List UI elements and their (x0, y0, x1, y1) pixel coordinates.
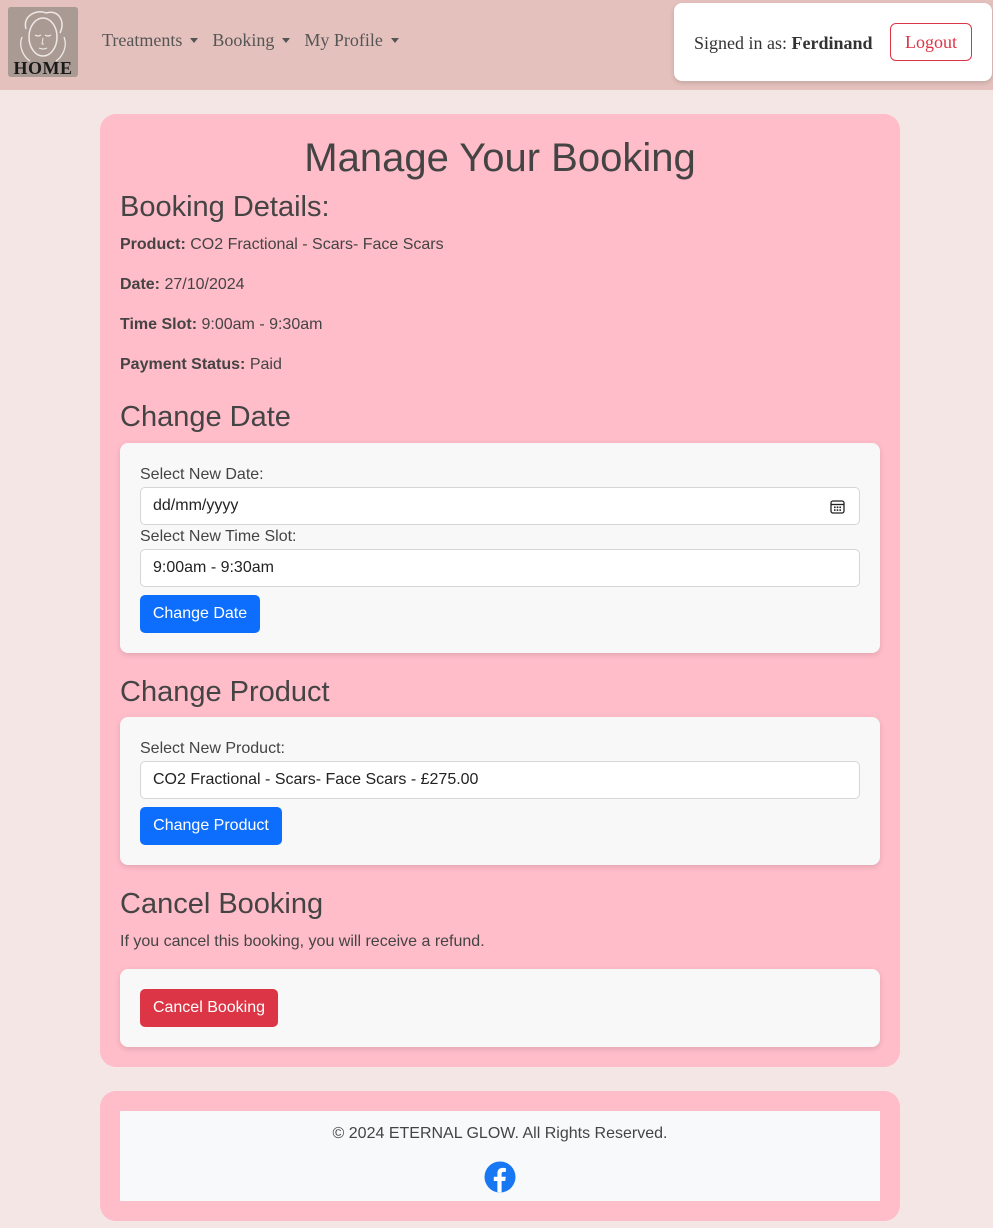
detail-time-slot-value: 9:00am - 9:30am (201, 316, 323, 333)
nav-menu: Treatments Booking My Profile (102, 30, 399, 51)
nav-treatments-label: Treatments (102, 30, 183, 50)
detail-product-label: Product: (120, 236, 186, 253)
detail-date: Date: 27/10/2024 (120, 275, 245, 295)
new-date-placeholder: dd/mm/yyyy (153, 497, 239, 514)
footer: © 2024 ETERNAL GLOW. All Rights Reserved… (100, 1091, 900, 1221)
new-product-label: Select New Product: (140, 740, 285, 757)
new-date-input[interactable]: dd/mm/yyyy (140, 487, 860, 525)
calendar-icon[interactable] (830, 499, 845, 514)
detail-payment-status-value: Paid (249, 356, 282, 373)
cancel-booking-button[interactable]: Cancel Booking (140, 989, 278, 1027)
change-date-panel: Select New Date: dd/mm/yyyy Select New T… (120, 443, 880, 653)
signed-in-prefix: Signed in as: (694, 33, 787, 53)
caret-down-icon (282, 38, 291, 43)
detail-product-value: CO2 Fractional - Scars- Face Scars (190, 236, 444, 253)
new-time-slot-select[interactable]: 9:00am - 9:30am (140, 549, 860, 587)
nav-my-profile-dropdown[interactable]: My Profile (304, 30, 399, 51)
nav-my-profile-label: My Profile (304, 30, 383, 50)
detail-date-value: 27/10/2024 (164, 276, 245, 293)
navbar: HOME Treatments Booking My Profile Signe… (0, 0, 993, 90)
face-logo-icon (8, 7, 78, 63)
change-date-button[interactable]: Change Date (140, 595, 260, 633)
signed-in-text: Signed in as: Ferdinand (694, 33, 873, 54)
new-product-select[interactable]: CO2 Fractional - Scars- Face Scars - £27… (140, 761, 860, 799)
cancel-booking-heading: Cancel Booking (120, 888, 324, 920)
user-status-box: Signed in as: Ferdinand Logout (674, 3, 992, 81)
footer-inner: © 2024 ETERNAL GLOW. All Rights Reserved… (120, 1111, 880, 1201)
nav-booking-dropdown[interactable]: Booking (212, 30, 291, 51)
detail-date-label: Date: (120, 276, 161, 293)
home-logo-link[interactable]: HOME (8, 7, 78, 77)
page-title: Manage Your Booking (304, 136, 696, 180)
caret-down-icon (190, 38, 199, 43)
home-label: HOME (13, 58, 73, 77)
username: Ferdinand (791, 33, 873, 53)
detail-time-slot: Time Slot: 9:00am - 9:30am (120, 315, 322, 335)
manage-booking-card: Manage Your Booking Booking Details: Pro… (100, 114, 900, 1067)
cancel-refund-note: If you cancel this booking, you will rec… (120, 933, 485, 950)
booking-details-heading: Booking Details: (120, 191, 330, 223)
change-product-panel: Select New Product: CO2 Fractional - Sca… (120, 717, 880, 865)
change-date-heading: Change Date (120, 401, 291, 433)
logout-button[interactable]: Logout (890, 23, 972, 61)
caret-down-icon (390, 38, 399, 43)
detail-payment-status-label: Payment Status: (120, 356, 246, 373)
new-date-label: Select New Date: (140, 466, 264, 483)
new-time-slot-label: Select New Time Slot: (140, 528, 297, 545)
facebook-icon[interactable] (484, 1161, 516, 1193)
change-product-heading: Change Product (120, 676, 330, 708)
nav-booking-label: Booking (212, 30, 275, 50)
detail-product: Product: CO2 Fractional - Scars- Face Sc… (120, 235, 444, 255)
nav-treatments-dropdown[interactable]: Treatments (102, 30, 199, 51)
detail-payment-status: Payment Status: Paid (120, 355, 282, 375)
copyright-text: © 2024 ETERNAL GLOW. All Rights Reserved… (332, 1125, 668, 1142)
cancel-booking-panel: Cancel Booking (120, 969, 880, 1047)
detail-time-slot-label: Time Slot: (120, 316, 198, 333)
change-product-button[interactable]: Change Product (140, 807, 282, 845)
